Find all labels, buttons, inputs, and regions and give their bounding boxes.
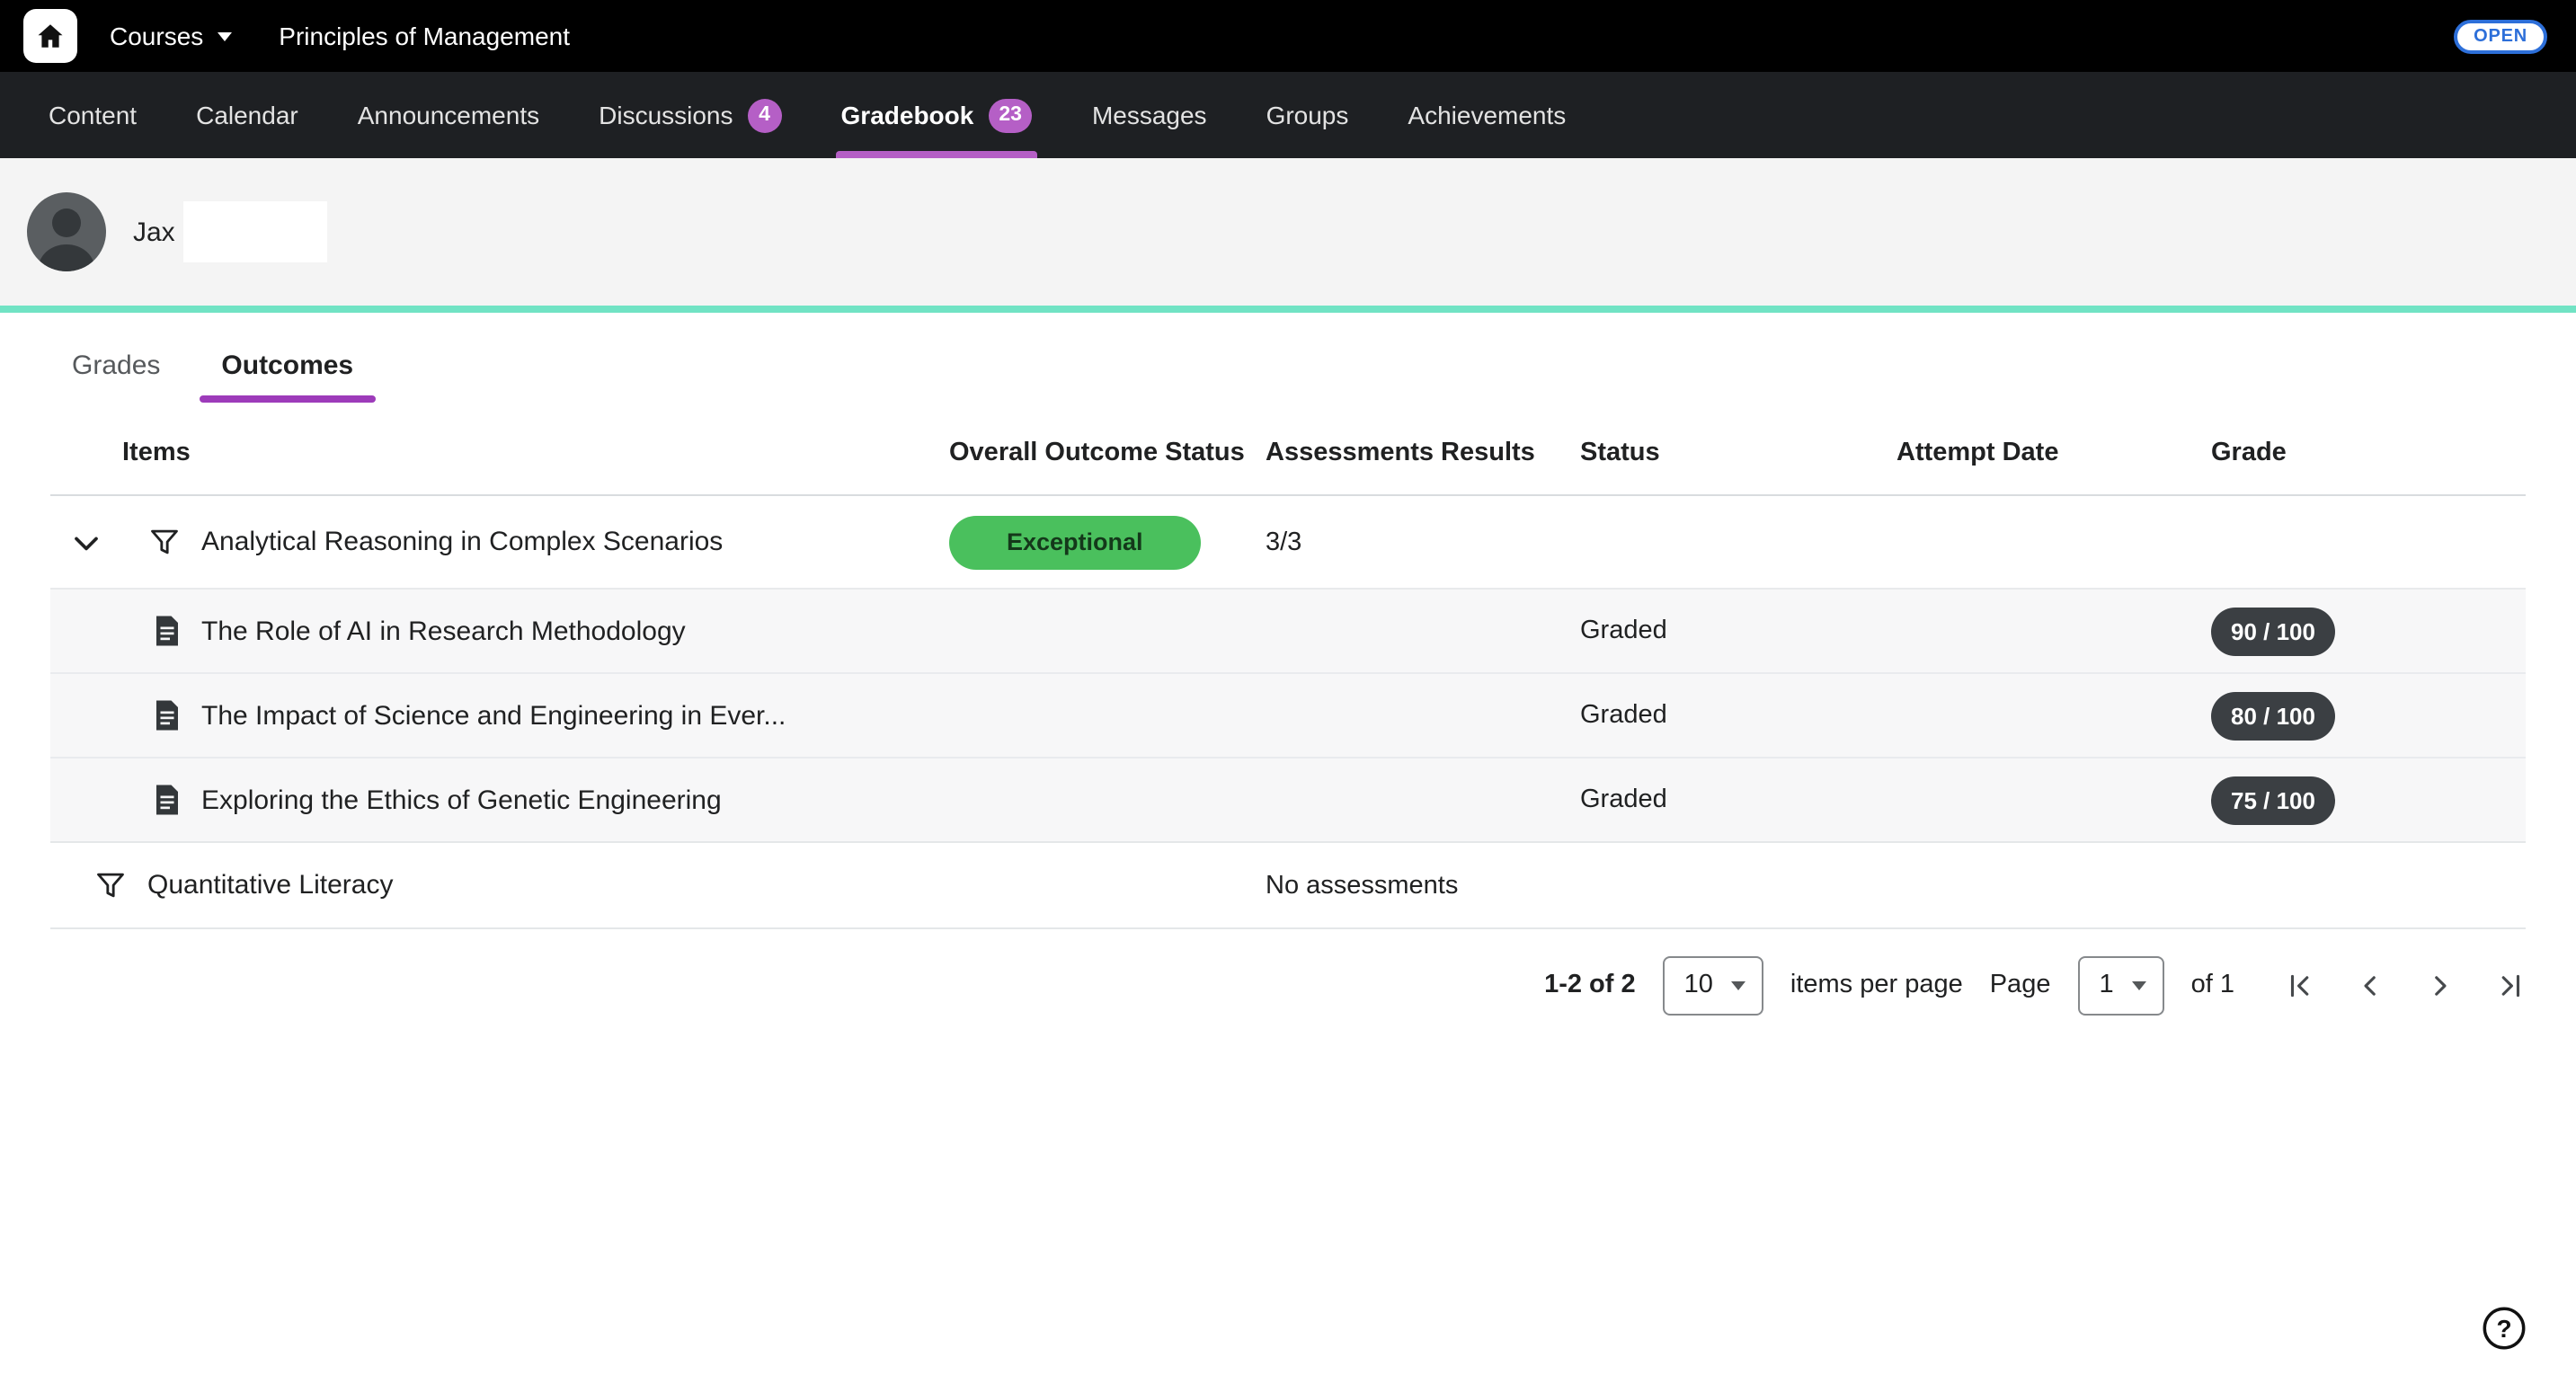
nav-item-gradebook[interactable]: Gradebook 23 <box>841 72 1033 158</box>
nav-label: Announcements <box>358 101 539 129</box>
items-per-page-value: 10 <box>1665 971 1728 999</box>
document-icon <box>153 615 182 647</box>
redacted-name <box>184 201 328 262</box>
assessments-results: 3/3 <box>1266 528 1580 556</box>
assessment-row: The Role of AI in Research Methodology G… <box>50 590 2526 674</box>
course-title: Principles of Management <box>279 22 570 50</box>
previous-page-button[interactable] <box>2353 969 2385 1001</box>
tab-outcomes[interactable]: Outcomes <box>221 350 353 403</box>
items-per-page-select[interactable]: 10 <box>1663 955 1763 1015</box>
nav-label: Gradebook <box>841 101 974 129</box>
chevron-down-icon <box>218 32 232 41</box>
col-header-grade: Grade <box>2211 438 2526 466</box>
page-label: Page <box>1990 971 2051 999</box>
outcomes-table: Items Overall Outcome Status Assessments… <box>50 410 2526 1041</box>
page-number-value: 1 <box>2079 971 2127 999</box>
assessment-row: Exploring the Ethics of Genetic Engineer… <box>50 758 2526 843</box>
page-number-select[interactable]: 1 <box>2077 955 2163 1015</box>
nav-item-content[interactable]: Content <box>49 72 137 158</box>
last-page-icon <box>2494 970 2525 1000</box>
table-header-row: Items Overall Outcome Status Assessments… <box>50 410 2526 496</box>
svg-text:?: ? <box>2496 1315 2511 1343</box>
tab-grades[interactable]: Grades <box>72 350 160 403</box>
pagination-bar: 1-2 of 2 10 items per page Page 1 of 1 <box>50 929 2526 1041</box>
col-header-overall-status: Overall Outcome Status <box>949 438 1266 466</box>
page-of-label: of 1 <box>2191 971 2234 999</box>
last-page-button[interactable] <box>2493 969 2526 1001</box>
col-header-status: Status <box>1580 438 1896 466</box>
col-header-items: Items <box>50 438 949 466</box>
grade-badge: 90 / 100 <box>2211 607 2335 655</box>
outcome-icon <box>93 868 128 902</box>
nav-label: Groups <box>1266 101 1349 129</box>
nav-label: Calendar <box>196 101 298 129</box>
chevron-right-icon <box>2424 970 2455 1000</box>
person-icon <box>27 192 106 271</box>
nav-item-achievements[interactable]: Achievements <box>1408 72 1566 158</box>
nav-label: Messages <box>1092 101 1207 129</box>
nav-item-calendar[interactable]: Calendar <box>196 72 298 158</box>
assessment-status: Graded <box>1580 701 1896 730</box>
chevron-down-icon <box>1731 981 1745 990</box>
assessment-status: Graded <box>1580 785 1896 814</box>
col-header-assessments-results: Assessments Results <box>1266 438 1580 466</box>
nav-item-announcements[interactable]: Announcements <box>358 72 539 158</box>
assessment-title: The Impact of Science and Engineering in… <box>201 700 786 731</box>
next-page-button[interactable] <box>2423 969 2456 1001</box>
outcome-icon <box>147 525 182 559</box>
collapse-row-button[interactable] <box>65 520 108 563</box>
document-icon <box>153 784 182 816</box>
outcome-row: Analytical Reasoning in Complex Scenario… <box>50 496 2526 590</box>
document-icon <box>153 699 182 732</box>
chevron-left-icon <box>2354 970 2385 1000</box>
assessment-title: The Role of AI in Research Methodology <box>201 616 686 646</box>
courses-menu[interactable]: Courses <box>110 22 232 50</box>
home-button[interactable] <box>23 9 77 63</box>
outcome-title: Analytical Reasoning in Complex Scenario… <box>201 527 723 557</box>
outcome-title: Quantitative Literacy <box>147 870 394 900</box>
chevron-down-icon <box>2132 981 2146 990</box>
top-bar: Courses Principles of Management OPEN <box>0 0 2576 72</box>
gradebook-tabs: Grades Outcomes <box>0 313 2576 403</box>
help-button[interactable]: ? <box>2479 1303 2529 1353</box>
items-per-page-label: items per page <box>1790 971 1963 999</box>
nav-item-groups[interactable]: Groups <box>1266 72 1349 158</box>
discussions-count-badge: 4 <box>748 98 782 132</box>
outcome-row: Quantitative Literacy No assessments <box>50 843 2526 929</box>
nav-label: Discussions <box>599 101 733 129</box>
result-range: 1-2 of 2 <box>1544 971 1636 999</box>
avatar <box>27 192 106 271</box>
overall-status-badge: Exceptional <box>949 515 1201 569</box>
assessment-title: Exploring the Ethics of Genetic Engineer… <box>201 785 722 815</box>
first-page-button[interactable] <box>2283 969 2315 1001</box>
assessments-results: No assessments <box>1266 871 1580 900</box>
courses-label: Courses <box>110 22 203 50</box>
nav-item-discussions[interactable]: Discussions 4 <box>599 72 781 158</box>
col-header-attempt-date: Attempt Date <box>1896 438 2211 466</box>
first-page-icon <box>2284 970 2314 1000</box>
assessment-row: The Impact of Science and Engineering in… <box>50 674 2526 758</box>
grade-badge: 75 / 100 <box>2211 776 2335 824</box>
grade-badge: 80 / 100 <box>2211 691 2335 740</box>
course-nav: Content Calendar Announcements Discussio… <box>0 72 2576 158</box>
open-status-badge: OPEN <box>2454 19 2547 53</box>
accent-divider <box>0 306 2576 313</box>
help-icon: ? <box>2479 1303 2529 1353</box>
home-icon <box>34 20 67 52</box>
chevron-down-icon <box>67 522 106 562</box>
user-banner: Jax <box>0 158 2576 306</box>
assessment-status: Graded <box>1580 617 1896 645</box>
page: Courses Principles of Management OPEN Co… <box>0 0 2576 1375</box>
nav-label: Content <box>49 101 137 129</box>
nav-label: Achievements <box>1408 101 1566 129</box>
pager-controls <box>2283 969 2526 1001</box>
nav-item-messages[interactable]: Messages <box>1092 72 1207 158</box>
user-name: Jax <box>133 217 175 247</box>
gradebook-count-badge: 23 <box>988 98 1033 132</box>
